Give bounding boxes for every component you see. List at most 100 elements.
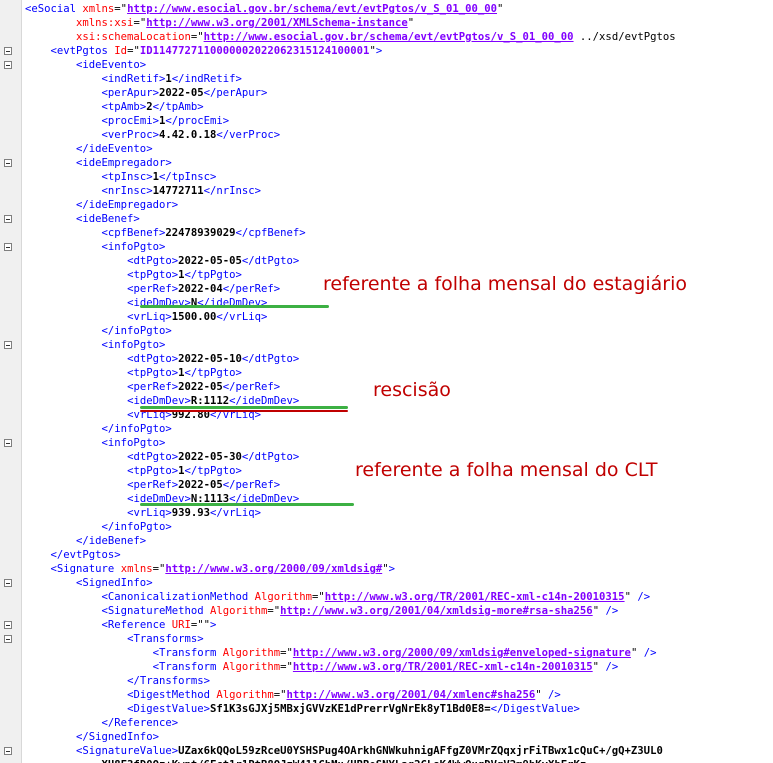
token-attr: Algorithm [254, 591, 313, 603]
code-line[interactable]: </Transforms> [25, 674, 210, 688]
code-line[interactable]: <Transforms> [25, 632, 204, 646]
code-line[interactable]: <dtPgto>2022-05-05</dtPgto> [25, 254, 299, 268]
code-line[interactable]: </ideEvento> [25, 142, 153, 156]
code-line[interactable]: </SignedInfo> [25, 730, 159, 744]
token-plain: =" [127, 45, 140, 57]
code-line[interactable]: <ideEvento> [25, 58, 146, 72]
token-url[interactable]: http://www.w3.org/2001/04/xmlenc#sha256 [287, 689, 536, 701]
token-attr: Algorithm [222, 647, 281, 659]
code-line[interactable]: <SignedInfo> [25, 576, 153, 590]
code-line[interactable]: <infoPgto> [25, 240, 166, 254]
fold-minus-box-icon[interactable] [4, 159, 12, 167]
fold-minus-box-icon[interactable] [4, 621, 12, 629]
code-line[interactable]: <tpPgto>1</tpPgto> [25, 464, 242, 478]
code-line[interactable]: <dtPgto>2022-05-10</dtPgto> [25, 352, 299, 366]
code-line[interactable]: <indRetif>1</indRetif> [25, 72, 242, 86]
token-url[interactable]: http://www.w3.org/2000/09/xmldsig#envelo… [293, 647, 631, 659]
code-line[interactable]: <dtPgto>2022-05-30</dtPgto> [25, 450, 299, 464]
token-tag: </evtPgtos> [50, 549, 121, 561]
code-line[interactable]: <cpfBenef>22478939029</cpfBenef> [25, 226, 306, 240]
code-line[interactable]: <CanonicalizationMethod Algorithm="http:… [25, 590, 651, 604]
code-line[interactable]: <perRef>2022-05</perRef> [25, 380, 280, 394]
fold-minus-box-icon[interactable] [4, 47, 12, 55]
token-tag: <Reference [101, 619, 172, 631]
code-line[interactable]: <perRef>2022-04</perRef> [25, 282, 280, 296]
code-line[interactable]: <SignatureValue>UZax6kQQoL59zRceU0YSHSPu… [25, 744, 663, 758]
code-line[interactable]: <DigestMethod Algorithm="http://www.w3.o… [25, 688, 561, 702]
token-tag: </tpPgto> [184, 465, 242, 477]
code-line[interactable]: <eSocial xmlns="http://www.esocial.gov.b… [25, 2, 503, 16]
fold-minus-box-icon[interactable] [4, 439, 12, 447]
token-tag: </Transforms> [127, 675, 210, 687]
code-line[interactable]: <evtPgtos Id="ID114772711000000202206231… [25, 44, 383, 58]
token-tag: <ideEmpregador> [76, 157, 172, 169]
code-line[interactable]: </infoPgto> [25, 422, 172, 436]
code-line[interactable]: <tpInsc>1</tpInsc> [25, 170, 217, 184]
code-line[interactable]: <infoPgto> [25, 338, 166, 352]
token-tag: <ideBenef> [76, 213, 140, 225]
code-line[interactable]: <Signature xmlns="http://www.w3.org/2000… [25, 562, 395, 576]
token-tag: </nrInsc> [203, 185, 262, 197]
token-url[interactable]: http://www.esocial.gov.br/schema/evt/evt… [204, 31, 574, 43]
code-line[interactable]: </ideEmpregador> [25, 198, 178, 212]
token-url[interactable]: http://www.esocial.gov.br/schema/evt/evt… [127, 3, 497, 15]
code-line[interactable]: xmlns:xsi="http://www.w3.org/2001/XMLSch… [25, 16, 414, 30]
code-line[interactable]: </infoPgto> [25, 520, 172, 534]
code-line[interactable]: <perRef>2022-05</perRef> [25, 478, 280, 492]
code-line[interactable]: <Reference URI=""> [25, 618, 217, 632]
token-tag: <dtPgto> [127, 451, 179, 463]
code-line[interactable]: <SignatureMethod Algorithm="http://www.w… [25, 604, 619, 618]
token-tag: > [375, 45, 383, 57]
code-line[interactable]: <nrInsc>14772711</nrInsc> [25, 184, 261, 198]
code-line[interactable]: <procEmi>1</procEmi> [25, 114, 230, 128]
code-line[interactable]: </Reference> [25, 716, 179, 730]
token-attr: Id [114, 45, 128, 57]
code-line[interactable]: <tpAmb>2</tpAmb> [25, 100, 204, 114]
token-url[interactable]: http://www.w3.org/2001/04/xmldsig-more#r… [280, 605, 593, 617]
code-line[interactable]: <DigestValue>Sf1K3sGJXj5MBxjGVVzKE1dPrer… [25, 702, 580, 716]
token-attr: xsi:schemaLocation [76, 31, 191, 43]
code-line[interactable]: <infoPgto> [25, 436, 166, 450]
code-line[interactable]: <vrLiq>939.93</vrLiq> [25, 506, 261, 520]
fold-minus-box-icon[interactable] [4, 243, 12, 251]
code-line[interactable]: <Transform Algorithm="http://www.w3.org/… [25, 646, 657, 660]
token-tag: <perApur> [101, 87, 159, 99]
code-line[interactable]: </infoPgto> [25, 324, 172, 338]
token-tag: </tpPgto> [184, 269, 242, 281]
fold-minus-box-icon[interactable] [4, 579, 12, 587]
code-line[interactable]: <ideBenef> [25, 212, 140, 226]
xml-editor[interactable]: <eSocial xmlns="http://www.esocial.gov.b… [0, 0, 773, 763]
code-line[interactable]: <Transform Algorithm="http://www.w3.org/… [25, 660, 619, 674]
fold-minus-box-icon[interactable] [4, 61, 12, 69]
code-line[interactable]: xsi:schemaLocation="http://www.esocial.g… [25, 30, 676, 44]
code-line[interactable]: <tpPgto>1</tpPgto> [25, 366, 242, 380]
fold-minus-box-icon[interactable] [4, 747, 12, 755]
token-txt: 4.42.0.18 [158, 129, 217, 141]
code-line[interactable]: <vrLiq>1500.00</vrLiq> [25, 310, 267, 324]
fold-minus-box-icon[interactable] [4, 215, 12, 223]
fold-minus-box-icon[interactable] [4, 635, 12, 643]
code-line[interactable]: XH8F3fD0Qz+Kwnt/6Fct1r1PtB8QJzW411ChMu/H… [25, 758, 587, 763]
code-line[interactable]: </ideBenef> [25, 534, 146, 548]
token-tag: <perRef> [127, 381, 179, 393]
code-line[interactable]: <perApur>2022-05</perApur> [25, 86, 268, 100]
code-line[interactable]: </evtPgtos> [25, 548, 121, 562]
token-url[interactable]: http://www.w3.org/TR/2001/REC-xml-c14n-2… [325, 591, 625, 603]
code-line[interactable]: <ideEmpregador> [25, 156, 172, 170]
code-line[interactable]: <tpPgto>1</tpPgto> [25, 268, 242, 282]
token-plain: " [592, 661, 606, 673]
fold-minus-box-icon[interactable] [4, 341, 12, 349]
token-url[interactable]: http://www.w3.org/2000/09/xmldsig# [165, 563, 382, 575]
underline-ideDmDev-2-red [140, 410, 348, 412]
token-url[interactable]: http://www.w3.org/2001/XMLSchema-instanc… [146, 17, 408, 29]
token-url[interactable]: http://www.w3.org/TR/2001/REC-xml-c14n-2… [293, 661, 593, 673]
code-line[interactable]: <verProc>4.42.0.18</verProc> [25, 128, 281, 142]
